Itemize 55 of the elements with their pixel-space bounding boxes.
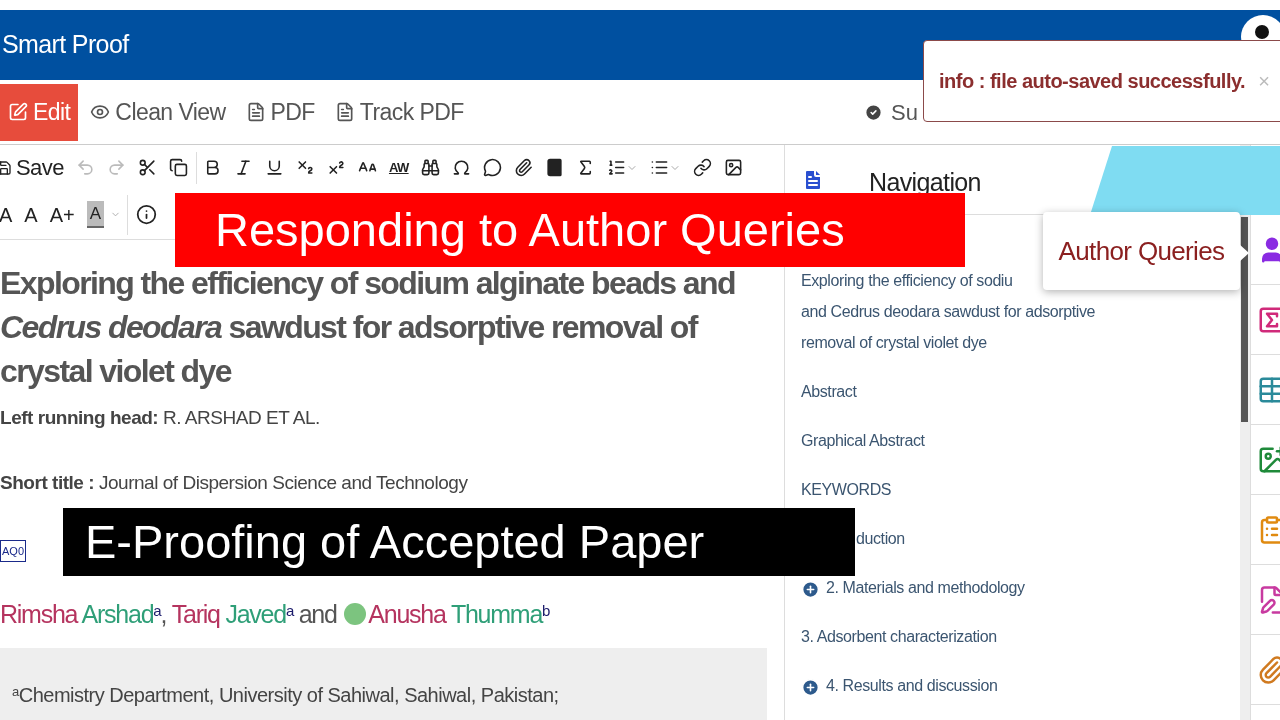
comment-icon	[482, 158, 502, 177]
font-size-button[interactable]: A	[18, 199, 44, 230]
query-marker[interactable]: AQ0	[0, 540, 26, 562]
author-name: Tariq Javed$^{a}$	[171, 599, 293, 630]
navigation-item[interactable]: 2. Materials and methodology	[826, 572, 1025, 603]
caption-text: E-Proofing of Accepted Paper	[85, 513, 705, 570]
author-separator: and	[297, 599, 338, 630]
eye-icon	[90, 102, 111, 122]
save-icon	[0, 158, 12, 177]
undo-icon	[75, 158, 95, 177]
author-name: Rimsha Arshad$^{a}$	[0, 599, 161, 630]
superscript-icon	[326, 158, 346, 177]
check-icon	[864, 102, 884, 122]
author-separator: ,	[160, 599, 168, 630]
navigation-item[interactable]: duction	[856, 523, 905, 554]
cut-icon	[137, 158, 157, 177]
caption-text: Responding to Author Queries	[215, 201, 845, 258]
attach-icon	[513, 158, 533, 177]
tooltip-text: Author Queries	[1058, 234, 1225, 268]
spell-button[interactable]: AW	[382, 151, 415, 184]
copy-icon	[168, 158, 188, 177]
info-icon[interactable]	[136, 204, 158, 225]
special-character-icon	[451, 158, 471, 177]
affiliation-text: $^{a}$Chemistry Department, University of Sahiwal, Sahiwal, Pakistan;	[12, 684, 559, 706]
redo-icon	[106, 158, 126, 177]
app-title: Smart Proof	[2, 29, 129, 61]
expand-icon[interactable]	[801, 580, 820, 599]
paperclip-icon[interactable]	[1257, 654, 1280, 685]
toast-message: info : file auto-saved successfully.	[939, 69, 1246, 94]
navigation-item[interactable]: Exploring the efficiency of sodiu and Cedrus deodara sawdust for adsorptive removal of crystal violet dye	[801, 265, 1095, 358]
image-icon	[723, 158, 743, 177]
underline-icon	[264, 158, 284, 177]
running-head: Left running head: R. ARSHAD ET AL.	[0, 406, 321, 430]
view-tab[interactable]: Edit	[0, 83, 79, 141]
save-button[interactable]: Save	[0, 151, 64, 184]
find-icon	[420, 158, 440, 177]
author-name: Anusha Thumma$^{b}$	[368, 599, 550, 630]
subscript-icon	[295, 158, 315, 177]
numbered-list-icon	[606, 158, 626, 177]
article-title: Exploring the efficiency of sodium alginate beads and Cedrus deodara sawdust for adsorptive removal of crystal violet dye	[0, 264, 736, 391]
navigation-item[interactable]: Abstract	[801, 376, 857, 407]
highlight-button[interactable]: A	[80, 194, 129, 235]
font-size-button[interactable]: A+	[43, 199, 81, 230]
edit-icon	[8, 102, 28, 122]
navigation-item[interactable]: 3. Adsorbent characterization	[801, 621, 997, 652]
navigation-item[interactable]: Graphical Abstract	[801, 425, 925, 456]
scrollbar-thumb[interactable]	[1241, 217, 1248, 422]
navigation-item[interactable]: KEYWORDS	[801, 474, 892, 505]
navigation-title: Navigation	[869, 166, 981, 198]
short-title: Short title : Journal of Dispersion Science and Technology	[0, 471, 469, 495]
expand-icon[interactable]	[801, 678, 820, 697]
status-text: Su	[891, 98, 918, 127]
bullet-list-icon	[649, 158, 669, 177]
navigation-item[interactable]: 4. Results and discussion	[826, 670, 998, 701]
link-icon	[692, 158, 712, 177]
